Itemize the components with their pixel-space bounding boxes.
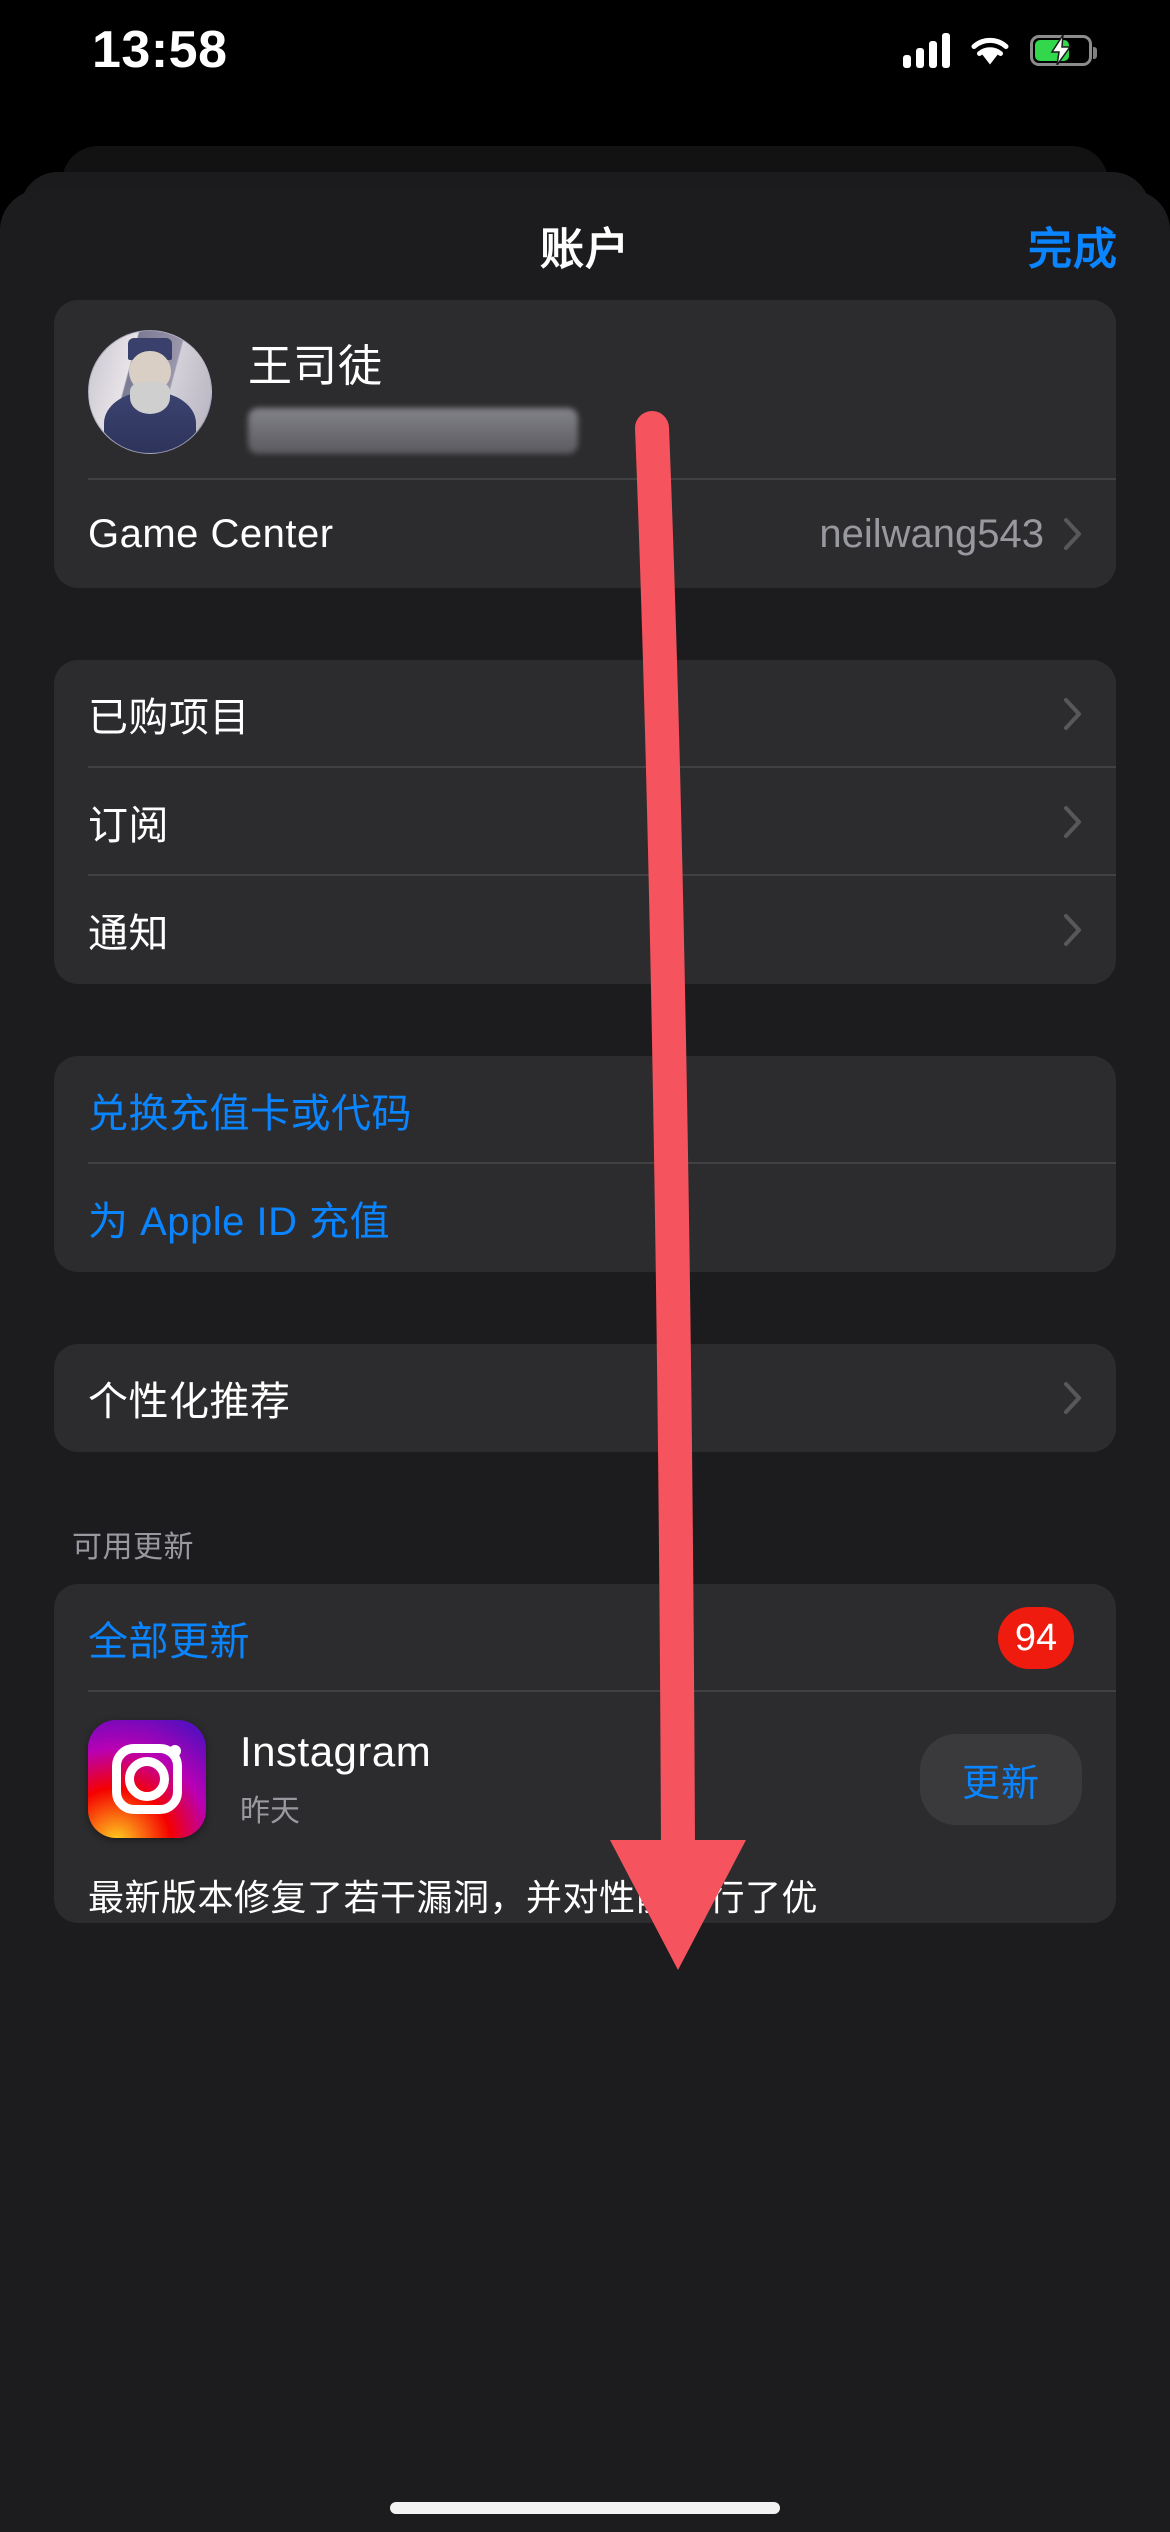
menu-item-add-funds[interactable]: 为 Apple ID 充值 bbox=[54, 1164, 1116, 1272]
menu-item-notifications[interactable]: 通知 bbox=[54, 876, 1116, 984]
menu-item-label: 为 Apple ID 充值 bbox=[88, 1200, 391, 1244]
chevron-right-icon bbox=[1064, 806, 1081, 838]
app-update-row[interactable]: Instagram 昨天 更新 bbox=[54, 1692, 1116, 1860]
app-release-notes: 最新版本修复了若干漏洞，并对性能进行了优 bbox=[88, 1877, 819, 1918]
page-title: 账户 bbox=[540, 225, 630, 274]
menu-item-personalized-recommendations[interactable]: 个性化推荐 bbox=[54, 1344, 1116, 1452]
menu-item-label: 通知 bbox=[88, 912, 169, 956]
app-text: Instagram 昨天 bbox=[240, 1728, 920, 1830]
personalization-card: 个性化推荐 bbox=[54, 1344, 1116, 1452]
menu-item-label: 兑换充值卡或代码 bbox=[88, 1092, 412, 1136]
updates-section-header: 可用更新 bbox=[72, 1531, 194, 1564]
cellular-bars-icon bbox=[903, 32, 950, 68]
update-all-row[interactable]: 全部更新 94 bbox=[54, 1584, 1116, 1692]
iphone-screen: 13:58 账户 完成 王司徒 Game Center neilwang543 … bbox=[0, 0, 1170, 2532]
status-bar-time: 13:58 bbox=[92, 21, 228, 79]
battery-charging-icon bbox=[1030, 34, 1097, 66]
game-center-value: neilwang543 bbox=[819, 511, 1044, 556]
chevron-right-icon bbox=[1064, 698, 1081, 730]
chevron-right-icon bbox=[1064, 914, 1081, 946]
charging-bolt-icon bbox=[1050, 35, 1072, 65]
menu-item-subscriptions[interactable]: 订阅 bbox=[54, 768, 1116, 876]
navigation-bar: 账户 完成 bbox=[0, 190, 1170, 300]
status-bar: 13:58 bbox=[0, 0, 1170, 100]
updates-badge: 94 bbox=[998, 1607, 1074, 1669]
account-menu-card: 已购项目 订阅 通知 bbox=[54, 660, 1116, 984]
profile-text: 王司徒 bbox=[248, 330, 1082, 454]
menu-item-label: 订阅 bbox=[88, 804, 169, 848]
account-content: 王司徒 Game Center neilwang543 已购项目 订阅 通知 兑… bbox=[0, 300, 1170, 1923]
status-bar-indicators bbox=[903, 32, 1097, 68]
game-center-label: Game Center bbox=[88, 511, 334, 556]
profile-name: 王司徒 bbox=[248, 342, 383, 391]
game-center-row[interactable]: Game Center neilwang543 bbox=[54, 480, 1116, 588]
profile-header-row[interactable]: 王司徒 bbox=[54, 300, 1116, 480]
update-all-label: 全部更新 bbox=[88, 1620, 250, 1664]
profile-email-redacted bbox=[248, 408, 578, 454]
app-name: Instagram bbox=[240, 1728, 432, 1775]
instagram-app-icon[interactable] bbox=[88, 1720, 206, 1838]
profile-card: 王司徒 Game Center neilwang543 bbox=[54, 300, 1116, 588]
redeem-menu-card: 兑换充值卡或代码 为 Apple ID 充值 bbox=[54, 1056, 1116, 1272]
menu-item-redeem-code[interactable]: 兑换充值卡或代码 bbox=[54, 1056, 1116, 1164]
menu-item-label: 个性化推荐 bbox=[88, 1380, 291, 1424]
done-button[interactable]: 完成 bbox=[1028, 213, 1118, 277]
chevron-right-icon bbox=[1064, 1382, 1081, 1414]
menu-item-label: 已购项目 bbox=[88, 696, 250, 740]
avatar[interactable] bbox=[88, 330, 212, 454]
update-button[interactable]: 更新 bbox=[919, 1733, 1082, 1825]
account-sheet: 账户 完成 王司徒 Game Center neilwang543 已购项目 订… bbox=[0, 190, 1170, 2532]
app-update-date: 昨天 bbox=[240, 1795, 300, 1828]
updates-card: 全部更新 94 Instagram 昨天 更新 最新版本修复了若干漏洞，并对性能… bbox=[54, 1584, 1116, 1923]
wifi-icon bbox=[971, 37, 1009, 65]
menu-item-purchased[interactable]: 已购项目 bbox=[54, 660, 1116, 768]
chevron-right-icon bbox=[1064, 518, 1081, 550]
home-indicator bbox=[390, 2502, 780, 2514]
